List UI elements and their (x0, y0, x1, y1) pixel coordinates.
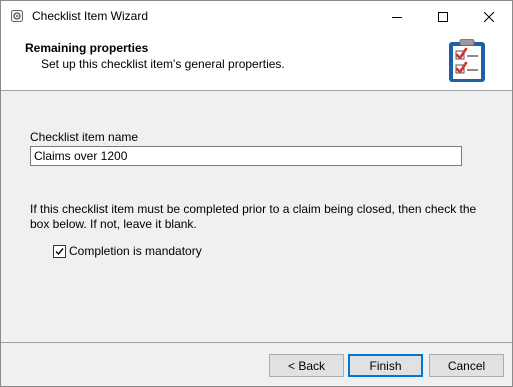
title-bar[interactable]: Checklist Item Wizard (1, 1, 512, 32)
checklist-item-name-input[interactable] (30, 146, 462, 166)
close-icon (484, 11, 494, 22)
minimize-button[interactable] (374, 1, 420, 32)
window-title: Checklist Item Wizard (32, 9, 149, 23)
cancel-button[interactable]: Cancel (429, 354, 504, 377)
checklist-clipboard-icon (449, 39, 485, 82)
checkbox-box[interactable] (53, 244, 66, 258)
page-subtitle: Set up this checklist item's general pro… (41, 57, 285, 71)
completion-mandatory-checkbox[interactable]: Completion is mandatory (53, 244, 202, 258)
app-icon (11, 10, 23, 22)
close-button[interactable] (466, 1, 512, 32)
wizard-header: Remaining properties Set up this checkli… (1, 32, 512, 91)
wizard-window: Checklist Item Wizard Remaining properti… (0, 0, 513, 387)
mandatory-info-text: If this checklist item must be completed… (30, 202, 477, 231)
page-title: Remaining properties (25, 41, 149, 55)
checkmark-icon (55, 247, 64, 255)
minimize-icon (392, 16, 402, 18)
maximize-button[interactable] (420, 1, 466, 32)
maximize-icon (438, 11, 448, 22)
checklist-item-name-label: Checklist item name (30, 130, 139, 144)
back-button[interactable]: < Back (269, 354, 344, 377)
finish-button[interactable]: Finish (348, 354, 423, 377)
completion-mandatory-label[interactable]: Completion is mandatory (69, 244, 202, 258)
footer-divider (1, 342, 512, 343)
